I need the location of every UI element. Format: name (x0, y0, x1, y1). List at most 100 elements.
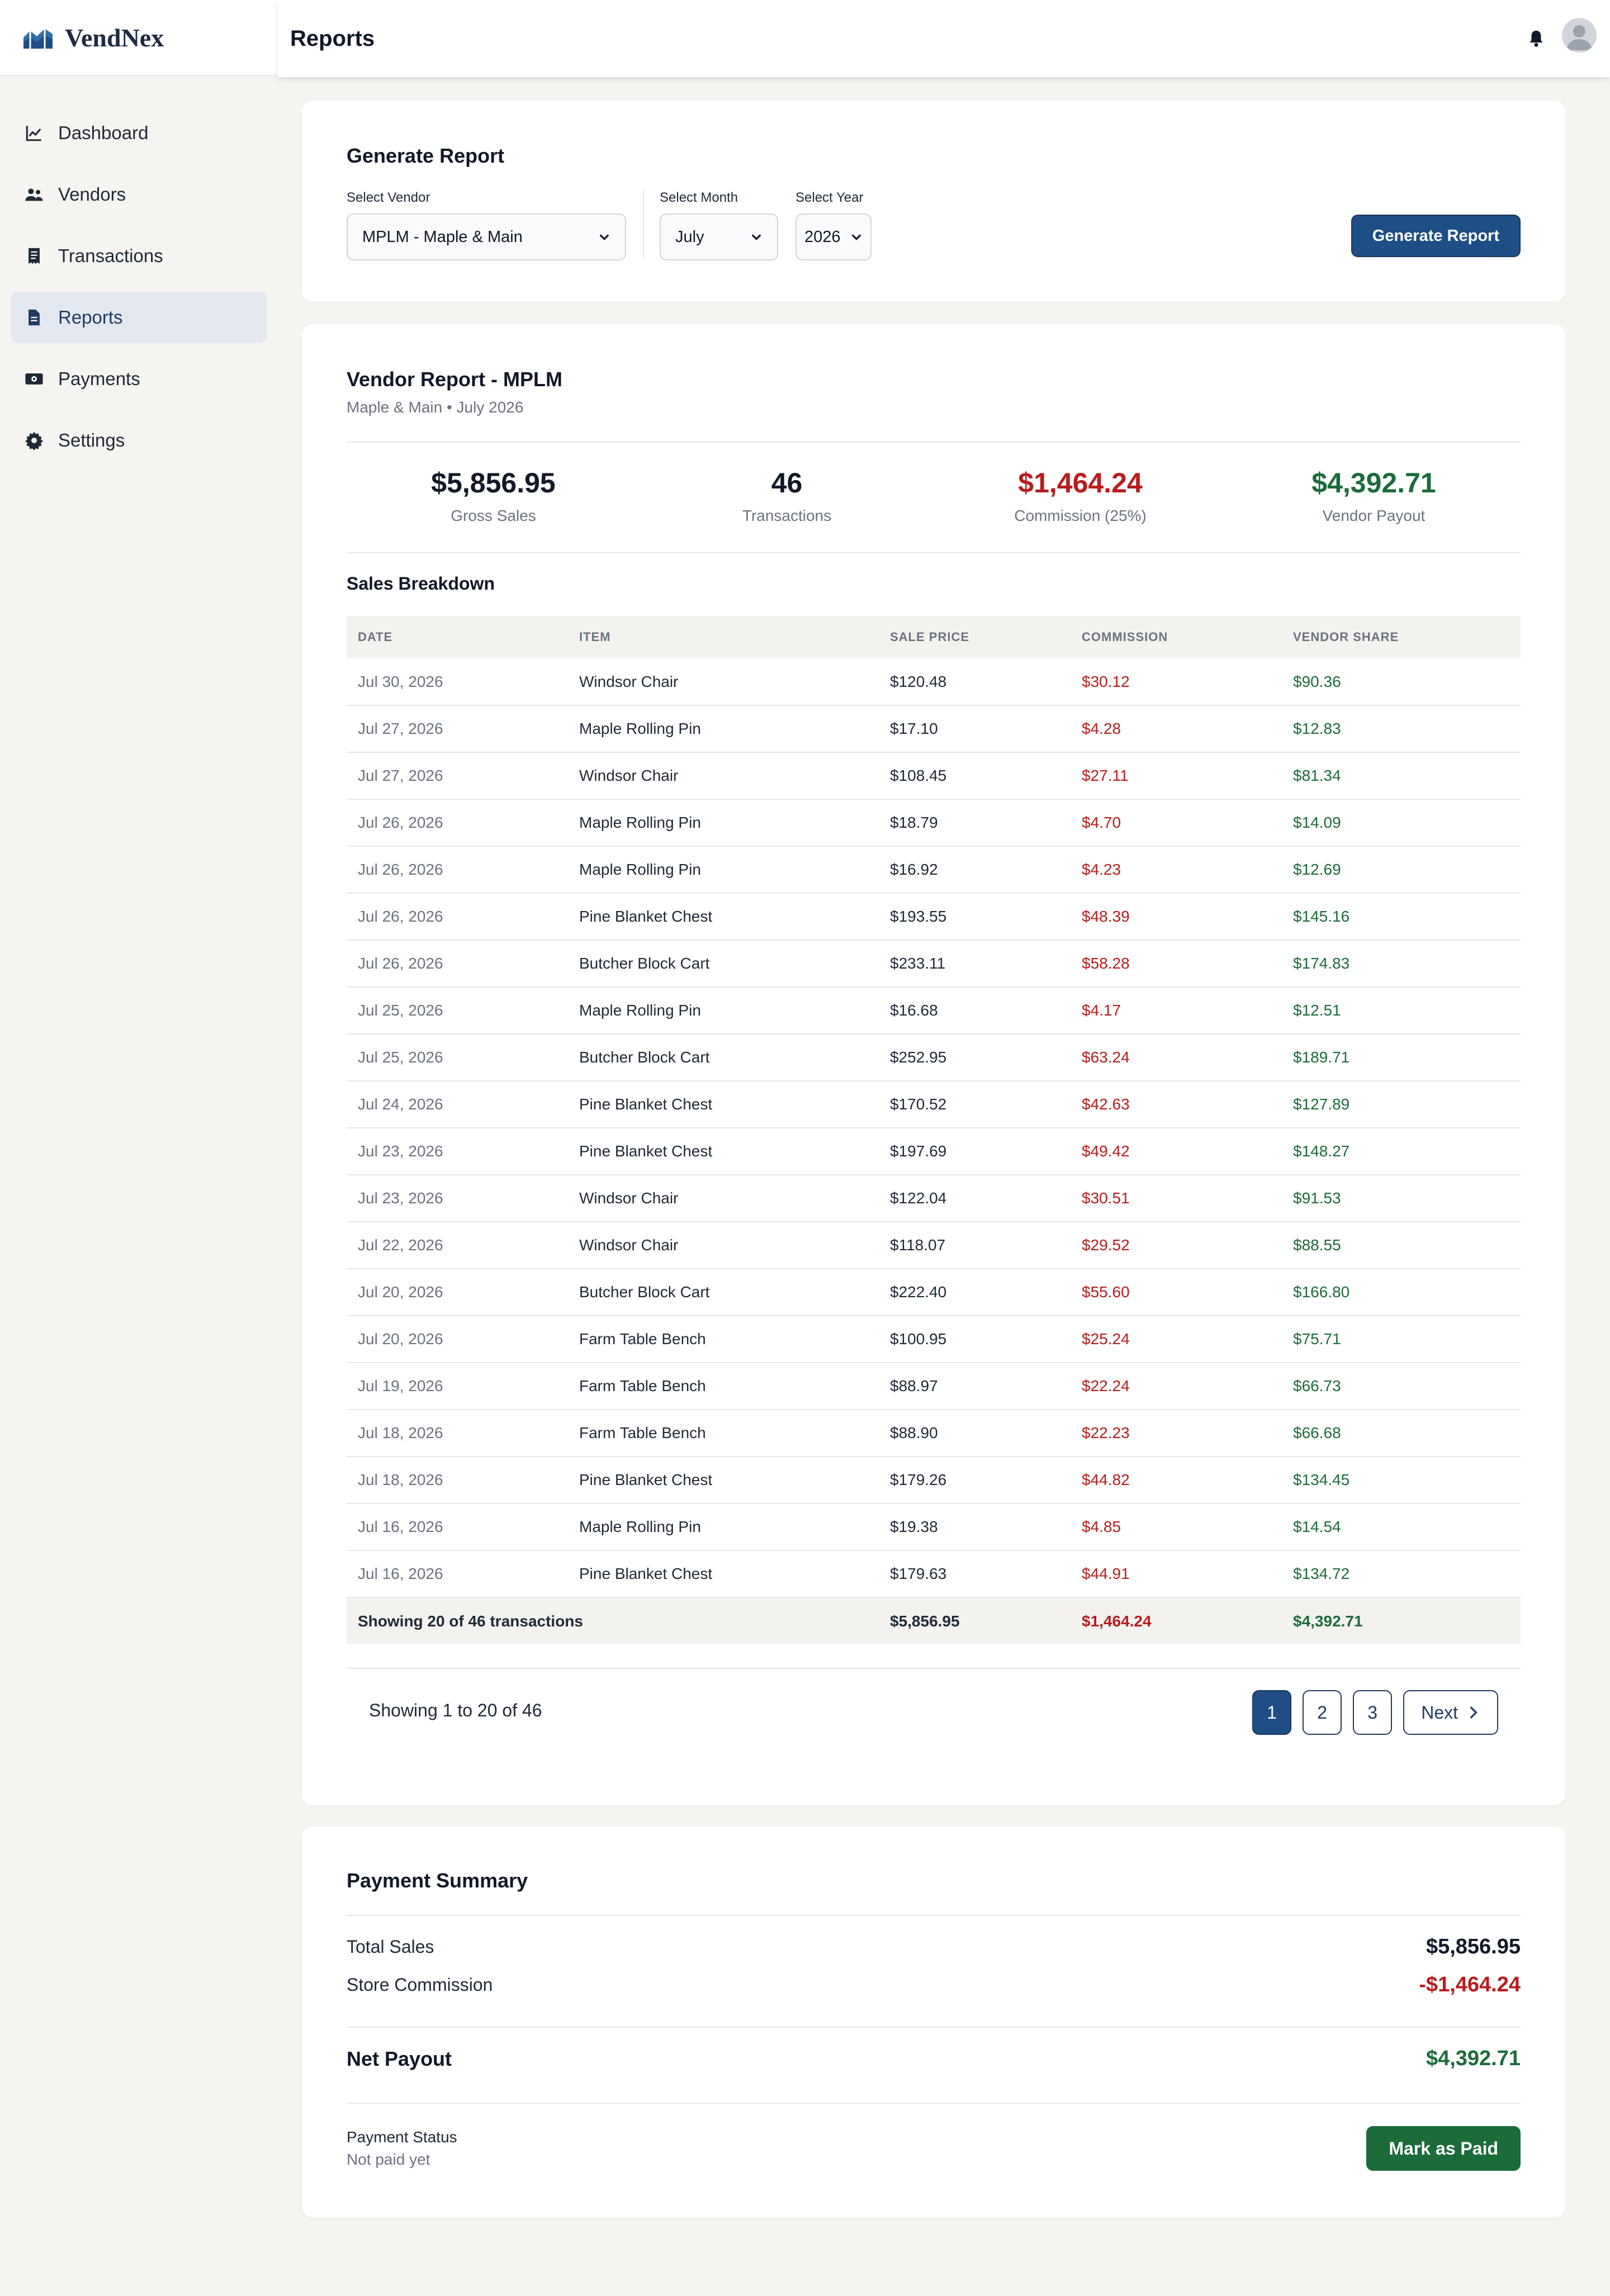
cell-sale-price: $17.10 (890, 720, 938, 737)
page-button-2[interactable]: 2 (1303, 1690, 1342, 1735)
cell-commission: $58.28 (1082, 955, 1130, 972)
vendor-select[interactable]: MPLM - Maple & Main (347, 214, 626, 260)
table-header-row: DATE ITEM SALE PRICE COMMISSION VENDOR S… (347, 616, 1521, 658)
cell-item: Pine Blanket Chest (579, 908, 713, 925)
cell-item: Pine Blanket Chest (579, 1142, 713, 1160)
sidebar-item-transactions[interactable]: Transactions (11, 230, 267, 282)
cell-commission: $63.24 (1082, 1049, 1130, 1066)
stat-gross-sales: $5,856.95 Gross Sales (347, 467, 640, 534)
avatar[interactable] (1562, 18, 1597, 53)
year-select[interactable]: 2026 (795, 214, 872, 260)
next-page-button[interactable]: Next (1403, 1690, 1498, 1735)
cell-commission: $4.17 (1082, 1002, 1121, 1019)
cell-date: Jul 27, 2026 (358, 720, 443, 737)
cell-vendor-share: $14.09 (1293, 814, 1341, 831)
month-select[interactable]: July (660, 214, 778, 260)
sidebar-item-label: Settings (58, 430, 125, 450)
bell-icon[interactable] (1527, 29, 1546, 48)
cell-vendor-share: $12.51 (1293, 1002, 1341, 1019)
sales-breakdown-title: Sales Breakdown (347, 573, 495, 594)
divider (347, 1668, 1521, 1669)
table-row: Jul 16, 2026 Pine Blanket Chest $179.63 $44… (347, 1550, 1521, 1597)
cell-item: Maple Rolling Pin (579, 1002, 701, 1019)
cell-commission: $55.60 (1082, 1283, 1130, 1301)
cell-sale-price: $252.95 (890, 1049, 947, 1066)
page-button-3[interactable]: 3 (1353, 1690, 1393, 1735)
pagination-summary: Showing 1 to 20 of 46 (369, 1700, 542, 1720)
sidebar-item-payments[interactable]: Payments (11, 353, 267, 405)
sidebar: VendNex Dashboard Vendors Transactions R… (0, 0, 278, 2296)
table-row: Jul 20, 2026 Farm Table Bench $100.95 $25.2… (347, 1316, 1521, 1363)
payment-summary-card: Payment Summary Total Sales $5,856.95 St… (302, 1827, 1565, 2218)
table-row: Jul 16, 2026 Maple Rolling Pin $19.38 $4.85… (347, 1503, 1521, 1550)
sidebar-item-vendors[interactable]: Vendors (11, 169, 267, 220)
table-row: Jul 24, 2026 Pine Blanket Chest $170.52 $42… (347, 1081, 1521, 1128)
cell-sale-price: $108.45 (890, 767, 947, 784)
table-row: Jul 25, 2026 Butcher Block Cart $252.95 $63… (347, 1034, 1521, 1081)
divider (347, 2103, 1521, 2104)
cell-vendor-share: $134.72 (1293, 1565, 1350, 1582)
sidebar-item-reports[interactable]: Reports (11, 292, 267, 343)
cell-date: Jul 18, 2026 (358, 1424, 443, 1441)
cell-sale-price: $18.79 (890, 814, 938, 831)
cell-vendor-share: $14.54 (1293, 1518, 1341, 1535)
column-header-item[interactable]: ITEM (568, 616, 879, 658)
table-row: Jul 26, 2026 Maple Rolling Pin $16.92 $4.23… (347, 846, 1521, 893)
cell-commission: $30.51 (1082, 1189, 1130, 1207)
month-field: Select Month July (660, 190, 778, 260)
store-commission-row: Store Commission -$1,464.24 (347, 1973, 1521, 1997)
cell-vendor-share: $81.34 (1293, 767, 1341, 784)
cell-commission: $44.82 (1082, 1471, 1130, 1488)
cell-sale-price: $16.68 (890, 1002, 938, 1019)
brand[interactable]: VendNex (0, 0, 278, 76)
table-row: Jul 26, 2026 Maple Rolling Pin $18.79 $4.70… (347, 799, 1521, 846)
cell-sale-price: $193.55 (890, 908, 947, 925)
stat-label: Transactions (742, 507, 832, 524)
cell-item: Pine Blanket Chest (579, 1565, 713, 1582)
table-row: Jul 30, 2026 Windsor Chair $120.48 $30.12 $9… (347, 658, 1521, 705)
cell-vendor-share: $145.16 (1293, 908, 1350, 925)
chevron-down-icon (851, 234, 861, 240)
cell-date: Jul 20, 2026 (358, 1283, 443, 1301)
footer-commission: $1,464.24 (1082, 1612, 1152, 1630)
column-header-date[interactable]: DATE (347, 616, 568, 658)
year-select-value: 2026 (804, 227, 841, 246)
cell-item: Maple Rolling Pin (579, 814, 701, 831)
stat-value: 46 (771, 467, 803, 499)
page-button-1[interactable]: 1 (1252, 1690, 1292, 1735)
brand-name: VendNex (65, 23, 164, 52)
cell-commission: $49.42 (1082, 1142, 1130, 1160)
cell-commission: $4.23 (1082, 861, 1121, 878)
sidebar-item-label: Reports (58, 307, 123, 328)
stat-value: $4,392.71 (1311, 467, 1436, 499)
cell-commission: $44.91 (1082, 1565, 1130, 1582)
cell-commission: $22.24 (1082, 1377, 1130, 1394)
payment-summary-title: Payment Summary (347, 1869, 528, 1892)
cell-sale-price: $118.07 (890, 1236, 946, 1254)
column-header-vendor-share[interactable]: VENDOR SHARE (1282, 616, 1521, 658)
sidebar-item-settings[interactable]: Settings (11, 415, 267, 466)
sidebar-item-label: Vendors (58, 184, 126, 205)
month-label: Select Month (660, 190, 738, 205)
cell-vendor-share: $12.83 (1293, 720, 1341, 737)
user-icon (1566, 25, 1592, 50)
sidebar-item-dashboard[interactable]: Dashboard (11, 107, 267, 159)
report-title: Vendor Report - MPLM (347, 368, 562, 391)
year-field: Select Year 2026 (795, 190, 872, 260)
cell-commission: $48.39 (1082, 908, 1130, 925)
next-page-label: Next (1421, 1702, 1458, 1723)
cell-date: Jul 20, 2026 (358, 1330, 443, 1348)
cell-sale-price: $179.63 (890, 1565, 947, 1582)
cell-commission: $4.85 (1082, 1518, 1121, 1535)
cell-vendor-share: $134.45 (1293, 1471, 1350, 1488)
column-header-commission[interactable]: COMMISSION (1071, 616, 1282, 658)
generate-report-button[interactable]: Generate Report (1351, 215, 1521, 257)
total-sales-row: Total Sales $5,856.95 (347, 1935, 1521, 1959)
column-header-sale-price[interactable]: SALE PRICE (879, 616, 1071, 658)
stat-label: Commission (25%) (1014, 507, 1147, 524)
mark-as-paid-button[interactable]: Mark as Paid (1366, 2126, 1521, 2171)
payment-status-value: Not paid yet (347, 2151, 430, 2168)
store-commission-value: -$1,464.24 (1419, 1973, 1521, 1996)
sidebar-item-label: Payments (58, 368, 140, 389)
cell-date: Jul 26, 2026 (358, 861, 443, 878)
